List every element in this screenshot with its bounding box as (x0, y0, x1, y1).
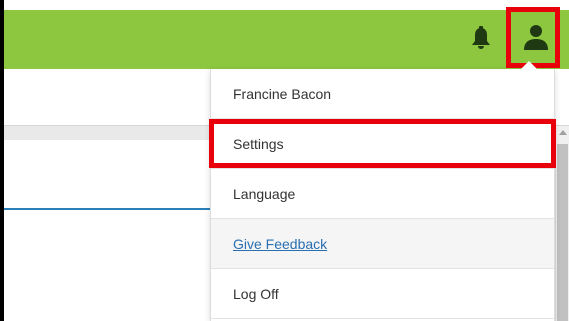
bell-icon (472, 26, 490, 49)
notifications-button[interactable] (470, 26, 492, 52)
menu-item-language[interactable]: Language (211, 169, 554, 219)
active-field-underline (4, 208, 210, 210)
app-window: Francine Bacon Settings Language Give Fe… (0, 0, 569, 321)
settings-label: Settings (233, 135, 284, 152)
dropdown-caret-icon (521, 61, 537, 69)
username-text: Francine Bacon (233, 85, 332, 102)
user-dropdown-menu: Francine Bacon Settings Language Give Fe… (210, 69, 555, 321)
give-feedback-link[interactable]: Give Feedback (233, 236, 327, 252)
scroll-up-arrow-icon[interactable] (559, 130, 567, 135)
log-off-label: Log Off (233, 285, 279, 302)
menu-item-settings[interactable]: Settings (211, 119, 554, 169)
scrollbar-thumb[interactable] (557, 144, 568, 321)
language-label: Language (233, 185, 296, 202)
menu-item-give-feedback[interactable]: Give Feedback (211, 219, 554, 269)
user-name-label: Francine Bacon (211, 69, 554, 119)
menu-item-log-off[interactable]: Log Off (211, 269, 554, 319)
